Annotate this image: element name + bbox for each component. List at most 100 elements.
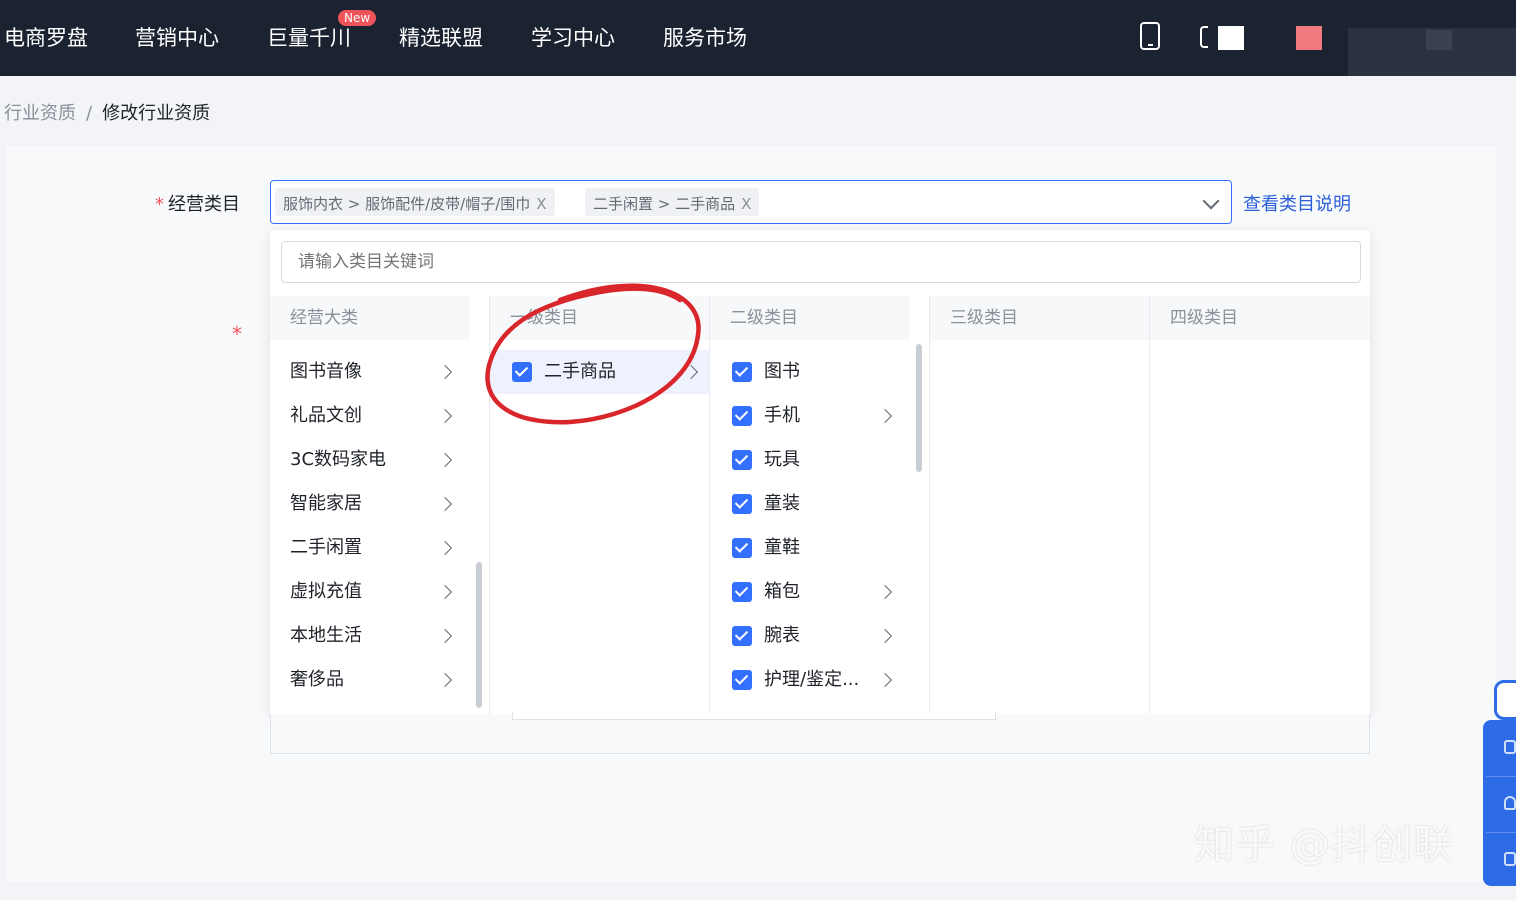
chevron-right-icon bbox=[877, 584, 893, 600]
chevron-right-icon bbox=[877, 672, 893, 688]
category-dropdown: 经营大类 图书音像 礼品文创 3C数码家电 智能家居 二手闲置 虚拟充值 本地生… bbox=[270, 230, 1370, 714]
category-label: * 经营类目 bbox=[155, 190, 240, 216]
checkbox-checked[interactable] bbox=[732, 362, 752, 382]
bracket-icon bbox=[1200, 26, 1208, 48]
view-category-info-link[interactable]: 查看类目说明 bbox=[1243, 190, 1351, 216]
column-level2: 二级类目 图书 手机 玩具 童装 童鞋 箱包 腕表 护理/鉴定... bbox=[710, 296, 910, 714]
list-item[interactable]: 二手闲置 bbox=[270, 526, 470, 570]
divider bbox=[1486, 832, 1516, 833]
scrollbar[interactable] bbox=[476, 562, 482, 708]
chevron-right-icon bbox=[437, 496, 453, 512]
message-icon[interactable] bbox=[1218, 26, 1244, 50]
checkbox-checked[interactable] bbox=[732, 494, 752, 514]
column-level1: 一级类目 二手商品 bbox=[490, 296, 709, 714]
list-item-label: 智能家居 bbox=[290, 493, 362, 514]
list-item[interactable]: 3C数码家电 bbox=[270, 438, 470, 482]
chevron-right-icon bbox=[437, 540, 453, 556]
headset-icon[interactable] bbox=[1504, 796, 1516, 810]
chevron-right-icon bbox=[437, 584, 453, 600]
shop-avatar[interactable] bbox=[1296, 26, 1322, 50]
assistant-icon[interactable] bbox=[1494, 680, 1516, 720]
list-item[interactable]: 玩具 bbox=[710, 438, 910, 482]
nav-item-learning[interactable]: 学习中心 bbox=[531, 22, 615, 52]
list-item-label: 奢侈品 bbox=[290, 669, 344, 690]
required-mark: * bbox=[155, 194, 164, 215]
nav-item-market[interactable]: 服务市场 bbox=[663, 22, 747, 52]
form-field-inner bbox=[512, 712, 996, 720]
checkbox-checked[interactable] bbox=[512, 362, 532, 382]
list-item[interactable]: 童装 bbox=[710, 482, 910, 526]
list-item-label: 玩具 bbox=[764, 449, 800, 470]
avatar bbox=[1426, 30, 1452, 50]
chevron-right-icon bbox=[437, 364, 453, 380]
selected-tag: 服饰内衣 > 服饰配件/皮带/帽子/围巾 X bbox=[275, 188, 555, 216]
list-item-label: 3C数码家电 bbox=[290, 449, 387, 470]
list-item-label: 图书音像 bbox=[290, 361, 362, 382]
list-item[interactable]: 图书 bbox=[710, 350, 910, 394]
list-item[interactable]: 图书音像 bbox=[270, 350, 470, 394]
breadcrumb-parent[interactable]: 行业资质 bbox=[4, 103, 76, 124]
breadcrumb: 行业资质 / 修改行业资质 bbox=[4, 99, 210, 125]
nav-item-alliance[interactable]: 精选联盟 bbox=[399, 22, 483, 52]
document-icon[interactable] bbox=[1504, 740, 1516, 754]
column-header: 四级类目 bbox=[1150, 296, 1370, 340]
list-item[interactable]: 护理/鉴定... bbox=[710, 658, 910, 702]
list-item-label: 腕表 bbox=[764, 625, 800, 646]
list-item[interactable]: 手机 bbox=[710, 394, 910, 438]
top-nav: 电商罗盘 营销中心 巨量千川 New 精选联盟 学习中心 服务市场 bbox=[0, 0, 1516, 76]
list-item[interactable]: 二手商品 bbox=[490, 350, 709, 394]
chevron-right-icon bbox=[437, 452, 453, 468]
column-header: 三级类目 bbox=[930, 296, 1149, 340]
checkbox-checked[interactable] bbox=[732, 450, 752, 470]
category-label-text: 经营类目 bbox=[168, 194, 240, 215]
list-item[interactable]: 腕表 bbox=[710, 614, 910, 658]
chevron-down-icon[interactable] bbox=[1202, 192, 1220, 210]
list-item-label: 礼品文创 bbox=[290, 405, 362, 426]
list-item-label: 二手闲置 bbox=[290, 537, 362, 558]
scrollbar[interactable] bbox=[916, 344, 922, 472]
category-search-input[interactable] bbox=[281, 241, 1361, 283]
checkbox-checked[interactable] bbox=[732, 538, 752, 558]
list-item-label: 本地生活 bbox=[290, 625, 362, 646]
list-item[interactable]: 智能家居 bbox=[270, 482, 470, 526]
tag-text: 服饰内衣 > 服饰配件/皮带/帽子/围巾 bbox=[283, 195, 531, 213]
checkbox-checked[interactable] bbox=[732, 670, 752, 690]
phone-icon[interactable] bbox=[1140, 22, 1160, 50]
list-item-label: 童装 bbox=[764, 493, 800, 514]
chevron-right-icon bbox=[683, 364, 699, 380]
list-item[interactable]: 奢侈品 bbox=[270, 658, 470, 702]
chevron-right-icon bbox=[877, 408, 893, 424]
tag-close-icon[interactable]: X bbox=[536, 195, 546, 213]
list-item[interactable]: 本地生活 bbox=[270, 614, 470, 658]
breadcrumb-separator: / bbox=[86, 103, 93, 124]
list-item[interactable]: 童鞋 bbox=[710, 526, 910, 570]
nav-item-compass[interactable]: 电商罗盘 bbox=[4, 22, 88, 52]
nav-item-qianchuan[interactable]: 巨量千川 bbox=[267, 22, 351, 52]
chevron-right-icon bbox=[437, 408, 453, 424]
list-item-label: 虚拟充值 bbox=[290, 581, 362, 602]
list-item[interactable]: 箱包 bbox=[710, 570, 910, 614]
required-mark-second: * bbox=[232, 322, 242, 346]
list-item-label: 护理/鉴定... bbox=[764, 669, 860, 690]
checkbox-checked[interactable] bbox=[732, 626, 752, 646]
nav-item-marketing[interactable]: 营销中心 bbox=[135, 22, 219, 52]
list-item-label: 箱包 bbox=[764, 581, 800, 602]
new-badge: New bbox=[338, 10, 377, 26]
breadcrumb-current: 修改行业资质 bbox=[102, 103, 211, 124]
column-header: 经营大类 bbox=[270, 296, 470, 340]
checkbox-checked[interactable] bbox=[732, 406, 752, 426]
list-item-label: 手机 bbox=[764, 405, 800, 426]
column-header: 一级类目 bbox=[490, 296, 709, 340]
column-header: 二级类目 bbox=[710, 296, 910, 340]
selected-tag: 二手闲置 > 二手商品 X bbox=[585, 188, 760, 216]
column-level4: 四级类目 bbox=[1150, 296, 1370, 714]
column-level3: 三级类目 bbox=[930, 296, 1149, 714]
list-item[interactable]: 礼品文创 bbox=[270, 394, 470, 438]
list-item-label: 图书 bbox=[764, 361, 800, 382]
tag-close-icon[interactable]: X bbox=[741, 195, 751, 213]
list-item[interactable]: 虚拟充值 bbox=[270, 570, 470, 614]
column-major: 经营大类 图书音像 礼品文创 3C数码家电 智能家居 二手闲置 虚拟充值 本地生… bbox=[270, 296, 470, 714]
shield-icon[interactable] bbox=[1504, 852, 1516, 866]
checkbox-checked[interactable] bbox=[732, 582, 752, 602]
category-select[interactable]: 服饰内衣 > 服饰配件/皮带/帽子/围巾 X 二手闲置 > 二手商品 X bbox=[270, 180, 1232, 224]
